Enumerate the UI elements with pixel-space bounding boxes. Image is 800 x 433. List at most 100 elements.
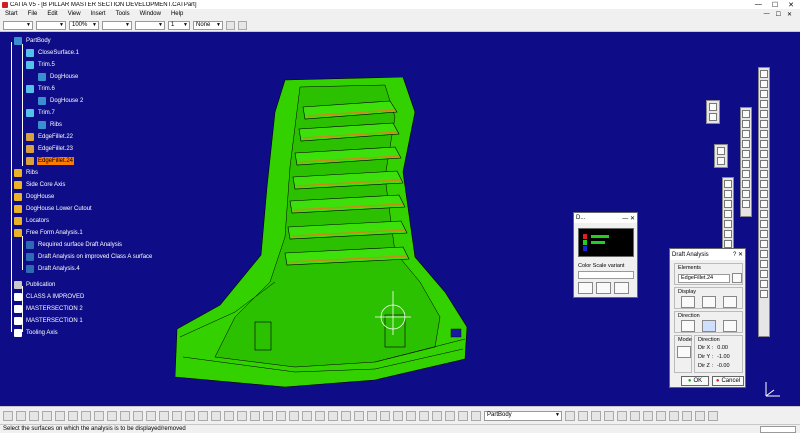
3d-viewport[interactable]: PartBody CloseSurface.1 Trim.5 DogHouse … <box>0 32 800 406</box>
tree-node-edgefillet24[interactable]: EdgeFillet.24 <box>26 156 75 166</box>
quick-mode-icon[interactable] <box>677 346 691 358</box>
redo-icon[interactable] <box>107 410 117 421</box>
properties-painter-icon[interactable] <box>226 20 235 30</box>
rotate-icon[interactable] <box>760 210 768 218</box>
measure-icon[interactable] <box>432 410 442 421</box>
porcupine-icon[interactable] <box>742 140 750 148</box>
pan-icon[interactable] <box>185 410 195 421</box>
normal-view-icon[interactable] <box>237 410 247 421</box>
brush-icon[interactable] <box>238 20 247 30</box>
minimize-button[interactable]: — <box>755 1 762 9</box>
extend-icon[interactable] <box>724 200 732 208</box>
untrim-icon[interactable] <box>724 220 732 228</box>
draft-analysis-icon[interactable] <box>742 150 750 158</box>
body-selector-combo[interactable]: PartBody ▼ <box>484 410 562 421</box>
publish-icon[interactable] <box>656 410 666 421</box>
lock-direction-icon[interactable] <box>702 320 716 332</box>
surface-icon[interactable] <box>760 80 768 88</box>
ok-button[interactable]: ● OK <box>681 376 709 386</box>
menu-tools[interactable]: Tools <box>111 11 135 17</box>
shading-mode-icon[interactable] <box>263 410 273 421</box>
tree-node-doghouse[interactable]: DogHouse <box>38 72 79 82</box>
sculpt-icon[interactable] <box>724 190 732 198</box>
sweep-icon[interactable] <box>760 90 768 98</box>
knowledge-icon[interactable] <box>146 410 156 421</box>
on-the-fly-icon[interactable] <box>702 296 716 308</box>
menu-help[interactable]: Help <box>166 11 188 17</box>
swap-space-icon[interactable] <box>289 410 299 421</box>
close-button[interactable]: ✕ <box>788 1 794 9</box>
layer-combo[interactable]: None ▼ <box>193 20 223 30</box>
apply-material-icon[interactable] <box>617 410 627 421</box>
sketcher-icon[interactable] <box>302 410 312 421</box>
tree-node-side-core-axis[interactable]: Side Core Axis <box>14 180 66 190</box>
tree-node-ribs-body[interactable]: Ribs <box>38 120 63 130</box>
manual-update-icon[interactable] <box>578 410 588 421</box>
fillet-tool-icon[interactable] <box>760 160 768 168</box>
distance-analysis-icon[interactable] <box>742 120 750 128</box>
split-icon[interactable] <box>760 180 768 188</box>
plane-tool-icon[interactable] <box>341 410 351 421</box>
layer-filter-icon[interactable] <box>695 410 705 421</box>
offset-icon[interactable] <box>760 130 768 138</box>
zoom-combo[interactable]: 100% ▼ <box>69 20 99 30</box>
point-icon[interactable] <box>760 270 768 278</box>
tree-node-partbody[interactable]: PartBody <box>14 36 52 46</box>
elements-selector-icon[interactable] <box>732 273 742 283</box>
insert-body-icon[interactable] <box>458 410 468 421</box>
color-scale-close-button[interactable]: ✕ <box>630 216 635 222</box>
snapshot-icon[interactable] <box>669 410 679 421</box>
cut-icon[interactable] <box>55 410 65 421</box>
break-icon[interactable] <box>724 210 732 218</box>
project-icon[interactable] <box>380 410 390 421</box>
sectioning-icon[interactable] <box>643 410 653 421</box>
shading-icon[interactable] <box>717 147 725 155</box>
join-icon[interactable] <box>760 190 768 198</box>
wireframe-icon[interactable] <box>717 157 725 165</box>
tree-node-trim5[interactable]: Trim.5 <box>26 60 56 70</box>
tree-node-draft-improved-class-a[interactable]: Draft Analysis on improved Class A surfa… <box>26 252 153 262</box>
zoom-in-icon[interactable] <box>211 410 221 421</box>
boundary-icon[interactable] <box>406 410 416 421</box>
fly-mode-icon[interactable] <box>159 410 169 421</box>
zoom-out-icon[interactable] <box>224 410 234 421</box>
paste-icon[interactable] <box>81 410 91 421</box>
draft-dialog-help-button[interactable]: ? <box>733 252 736 258</box>
tree-node-ribs-set[interactable]: Ribs <box>14 168 39 178</box>
workbench-icon[interactable] <box>709 103 717 111</box>
doc-close-button[interactable]: ✕ <box>787 11 792 18</box>
rotate-view-icon[interactable] <box>198 410 208 421</box>
color-combo[interactable]: ▼ <box>3 20 33 30</box>
tree-node-draft-analysis-4[interactable]: Draft Analysis.4 <box>26 264 81 274</box>
fill-icon[interactable] <box>760 100 768 108</box>
compass-direction-icon[interactable] <box>681 320 695 332</box>
doc-restore-button[interactable]: ☐ <box>776 11 781 18</box>
blend-icon[interactable] <box>760 140 768 148</box>
connect-checker-icon[interactable] <box>742 110 750 118</box>
translate-icon[interactable] <box>760 200 768 208</box>
print-icon[interactable] <box>42 410 52 421</box>
trim-tool-icon[interactable] <box>760 170 768 178</box>
pattern-icon[interactable] <box>760 240 768 248</box>
extrude-icon[interactable] <box>760 110 768 118</box>
part-3d-model[interactable] <box>175 77 475 387</box>
scale-icon[interactable] <box>760 220 768 228</box>
update-icon[interactable] <box>565 410 575 421</box>
line-icon[interactable] <box>760 280 768 288</box>
control-points-icon[interactable] <box>724 180 732 188</box>
menu-insert[interactable]: Insert <box>86 11 111 17</box>
fragment-icon[interactable] <box>724 240 732 248</box>
workbench-switch-icon[interactable] <box>708 410 718 421</box>
tree-node-free-form-analysis[interactable]: Free Form Analysis.1 <box>14 228 84 238</box>
color-scale-display-icon[interactable] <box>681 296 695 308</box>
inertia-icon[interactable] <box>445 410 455 421</box>
tree-node-required-surface-draft[interactable]: Required surface Draft Analysis <box>26 240 123 250</box>
isophotes-icon[interactable] <box>742 180 750 188</box>
tree-node-tooling-axis[interactable]: Tooling Axis <box>14 328 59 338</box>
menu-start[interactable]: Start <box>0 11 23 17</box>
render-icon[interactable] <box>630 410 640 421</box>
menu-edit[interactable]: Edit <box>42 11 62 17</box>
tree-node-class-a-improved[interactable]: CLASS A IMPROVED <box>14 292 85 302</box>
save-icon[interactable] <box>614 282 629 294</box>
tree-node-mastersection-2[interactable]: MASTERSECTION 2 <box>14 304 84 314</box>
